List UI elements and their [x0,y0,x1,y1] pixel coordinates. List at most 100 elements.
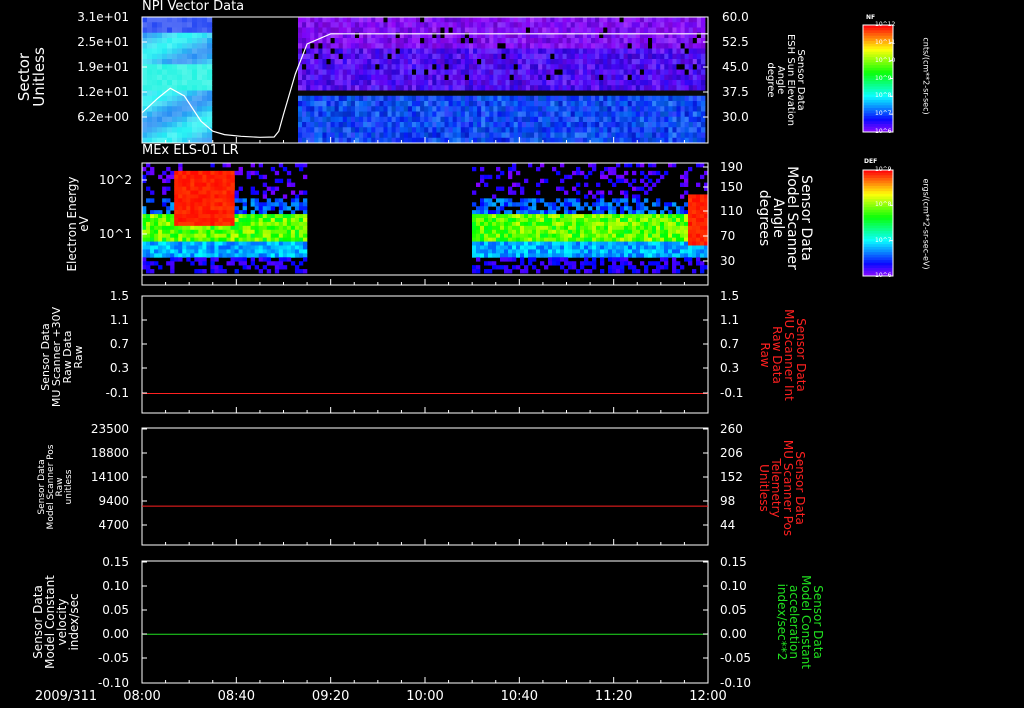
energy-cell [564,261,569,266]
energy-cell [552,245,557,250]
sector-cell [619,22,624,28]
energy-cell [190,221,195,227]
sector-cell [574,17,580,23]
sector-cell [497,48,502,55]
energy-cell [278,241,284,246]
sector-cell [517,116,523,123]
energy-cell [480,245,485,250]
energy-cell [556,214,561,219]
sector-cell [497,106,502,112]
energy-cell [290,229,296,235]
energy-cell [226,170,231,176]
energy-cell [636,218,641,223]
sector-cell [631,80,637,86]
sector-cell [529,64,535,70]
energy-cell [648,253,653,258]
sector-cell [464,85,470,91]
energy-cell [202,182,207,187]
sector-cell [505,74,511,81]
energy-cell [612,253,617,258]
sector-cell [582,69,588,76]
sector-cell [684,53,690,60]
sector-cell [652,69,657,76]
sector-cell [696,95,702,102]
energy-cell [472,229,477,235]
energy-cell [604,249,609,254]
sector-cell [558,122,563,128]
sector-cell [615,80,620,86]
sector-cell [623,38,629,44]
energy-cell [186,229,191,235]
sector-cell [202,32,208,39]
sector-cell [197,95,203,102]
energy-cell [246,233,251,239]
sector-cell [550,17,555,23]
sector-cell [428,74,433,81]
sector-cell [676,90,681,97]
sector-cell [517,64,523,70]
sector-cell [444,22,449,28]
energy-cell [234,221,239,227]
energy-cell [484,174,489,180]
sector-cell [497,95,502,102]
sector-cell [656,59,661,65]
sector-cell [668,64,673,70]
energy-cell [548,245,553,250]
sector-cell [578,22,584,28]
sector-cell [513,127,519,133]
sector-cell [668,116,673,123]
sector-cell [668,111,673,118]
sector-cell [302,17,307,23]
sector-cell [420,69,425,76]
sector-cell [615,69,620,76]
energy-cell [508,186,513,191]
energy-cell [616,253,621,258]
sector-cell [509,101,515,107]
sector-cell [399,43,405,49]
energy-cell [210,190,215,195]
sector-cell [302,59,307,65]
energy-cell [162,225,167,231]
energy-cell [564,218,569,223]
sector-cell [207,101,213,107]
sector-cell [473,116,478,123]
sector-cell [167,127,173,133]
sector-cell [318,17,323,23]
sector-cell [631,43,637,49]
sector-cell [648,69,653,76]
sector-cell [595,127,600,133]
sector-cell [367,122,372,128]
energy-cell [198,214,203,219]
sector-cell [416,127,421,133]
sector-cell [298,116,303,123]
energy-cell [158,241,163,246]
sector-cell [688,27,694,34]
sector-cell [521,27,527,34]
sector-cell [591,106,596,112]
sector-cell [359,101,364,107]
sector-cell [202,53,208,60]
sector-cell [623,132,629,139]
energy-cell [620,218,625,223]
sector-cell [631,22,637,28]
sector-cell [416,80,421,86]
sector-cell [460,53,466,60]
sector-cell [342,132,348,139]
sector-cell [529,48,535,55]
sector-cell [700,53,706,60]
energy-cell [684,174,689,180]
sector-cell [517,48,523,55]
sector-cell [611,17,616,23]
sector-cell [623,85,629,91]
sector-cell [371,74,376,81]
sector-cell [314,74,319,81]
sector-cell [517,80,523,86]
energy-cell [500,221,505,227]
energy-cell [536,253,541,258]
sector-cell [420,27,425,34]
energy-cell [656,233,661,239]
energy-cell [644,269,649,274]
energy-cell [644,253,649,258]
sector-cell [197,53,203,60]
sector-cell [517,43,523,49]
